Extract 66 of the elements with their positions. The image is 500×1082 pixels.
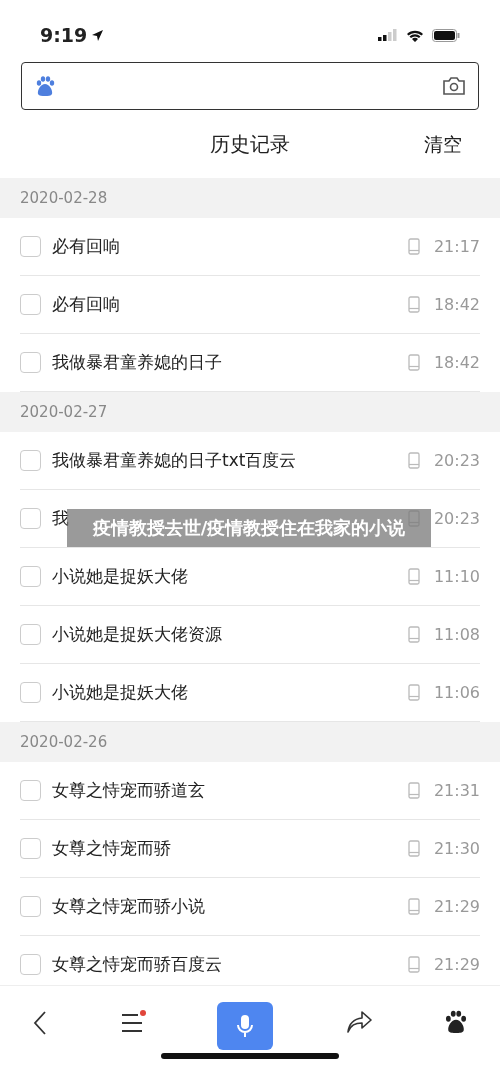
- history-time: 21:31: [433, 779, 480, 802]
- history-query[interactable]: 小说她是捉妖大佬: [52, 679, 188, 706]
- wifi-icon: [406, 28, 424, 42]
- phone-icon: [407, 898, 420, 915]
- checkbox[interactable]: [20, 780, 41, 801]
- microphone-icon: [236, 1014, 254, 1038]
- phone-icon: [407, 626, 420, 643]
- checkbox[interactable]: [20, 624, 41, 645]
- paw-logo-icon: [34, 75, 56, 97]
- history-query[interactable]: 我: [52, 505, 69, 532]
- date-header: 2020-02-27: [20, 401, 108, 423]
- checkbox[interactable]: [20, 838, 41, 859]
- history-query[interactable]: 小说她是捉妖大佬资源: [52, 621, 222, 648]
- checkbox[interactable]: [20, 682, 41, 703]
- checkbox[interactable]: [20, 508, 41, 529]
- history-query[interactable]: 女尊之恃宠而骄百度云: [52, 951, 222, 978]
- page-title: 历史记录: [210, 131, 290, 158]
- checkbox[interactable]: [20, 896, 41, 917]
- history-time: 21:30: [433, 837, 480, 860]
- checkbox[interactable]: [20, 352, 41, 373]
- checkbox[interactable]: [20, 236, 41, 257]
- history-query[interactable]: 我做暴君童养媳的日子: [52, 349, 222, 376]
- history-time: 20:23: [433, 449, 480, 472]
- history-query[interactable]: 女尊之恃宠而骄小说: [52, 893, 205, 920]
- history-query[interactable]: 必有回响: [52, 291, 120, 318]
- phone-icon: [407, 238, 420, 255]
- history-time: 11:10: [433, 565, 480, 588]
- history-query[interactable]: 小说她是捉妖大佬: [52, 563, 188, 590]
- phone-icon: [407, 782, 420, 799]
- clear-link[interactable]: 清空: [424, 129, 462, 159]
- status-time: 9:19: [40, 22, 88, 48]
- location-arrow-icon: [91, 28, 105, 42]
- search-field[interactable]: [21, 62, 479, 110]
- battery-icon: [432, 28, 460, 42]
- phone-icon: [407, 296, 420, 313]
- signal-icon: [378, 29, 398, 41]
- voice-search-button[interactable]: [217, 1002, 273, 1050]
- history-time: 21:29: [433, 953, 480, 976]
- checkbox[interactable]: [20, 954, 41, 975]
- caption-toast: 疫情教授去世/疫情教授住在我家的小说: [67, 509, 431, 547]
- phone-icon: [407, 354, 420, 371]
- phone-icon: [407, 452, 420, 469]
- camera-icon[interactable]: [442, 76, 466, 96]
- back-icon[interactable]: [32, 1010, 48, 1036]
- history-time: 21:29: [433, 895, 480, 918]
- history-query[interactable]: 女尊之恃宠而骄: [52, 835, 171, 862]
- history-query[interactable]: 我做暴君童养媳的日子txt百度云: [52, 447, 297, 474]
- paw-icon[interactable]: [444, 1010, 468, 1034]
- share-icon[interactable]: [344, 1010, 373, 1034]
- phone-icon: [407, 956, 420, 973]
- history-time: 11:08: [433, 623, 480, 646]
- history-time: 11:06: [433, 681, 480, 704]
- history-query[interactable]: 必有回响: [52, 233, 120, 260]
- phone-icon: [407, 568, 420, 585]
- history-time: 18:42: [433, 351, 480, 374]
- checkbox[interactable]: [20, 450, 41, 471]
- checkbox[interactable]: [20, 294, 41, 315]
- phone-icon: [407, 684, 420, 701]
- date-header: 2020-02-26: [20, 731, 108, 753]
- history-time: 21:17: [433, 235, 480, 258]
- history-query[interactable]: 女尊之恃宠而骄道玄: [52, 777, 205, 804]
- phone-icon: [407, 840, 420, 857]
- date-header: 2020-02-28: [20, 187, 108, 209]
- checkbox[interactable]: [20, 566, 41, 587]
- history-time: 18:42: [433, 293, 480, 316]
- history-time: 20:23: [433, 507, 480, 530]
